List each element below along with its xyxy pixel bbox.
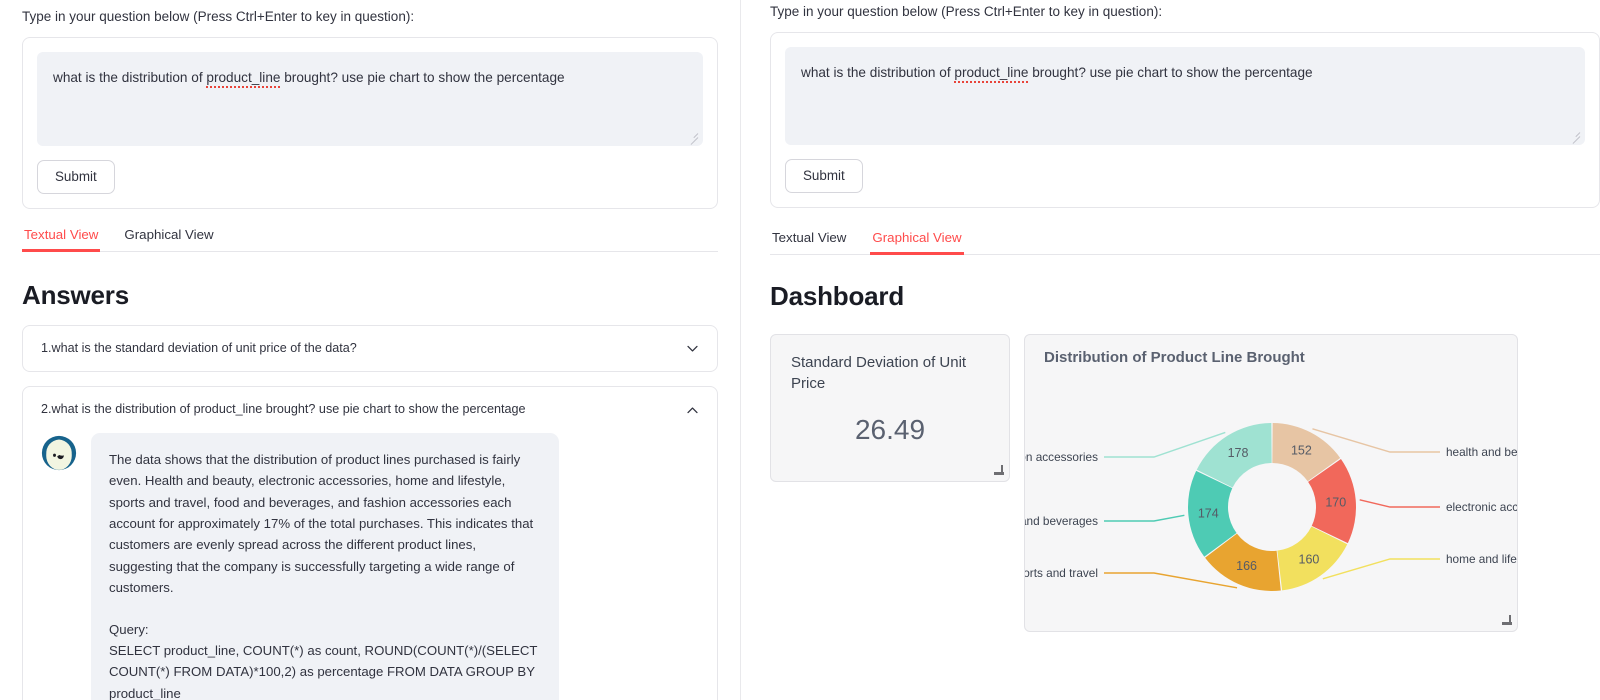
- answer-accordion-2: 2.what is the distribution of product_li…: [22, 386, 718, 700]
- donut-category-label: fashion accessories: [1025, 450, 1098, 464]
- donut-slice-value: 166: [1236, 559, 1257, 573]
- left-tabs-rule: [22, 250, 718, 252]
- donut-leader-line: [1104, 431, 1226, 458]
- donut-category-label: health and beauty: [1446, 445, 1518, 459]
- donut-slice-value: 152: [1291, 443, 1312, 457]
- answer-accordion-1-title: 1.what is the standard deviation of unit…: [41, 340, 357, 355]
- question-text-misspelled: product_line: [206, 70, 281, 89]
- donut-leader-line: [1359, 498, 1440, 508]
- assistant-avatar: [41, 435, 77, 471]
- kpi-resize-grip-icon[interactable]: [993, 464, 1004, 476]
- left-submit-button[interactable]: Submit: [37, 160, 115, 194]
- question-text-post: brought? use pie chart to show the perce…: [1028, 65, 1313, 81]
- answer-paragraph: The data shows that the distribution of …: [109, 451, 534, 596]
- donut-slice-value: 160: [1299, 552, 1320, 566]
- app-root: Type in your question below (Press Ctrl+…: [0, 0, 1600, 700]
- right-tab-textual-view[interactable]: Textual View: [770, 230, 848, 254]
- donut-leader-line: [1104, 571, 1238, 589]
- left-prompt-label: Type in your question below (Press Ctrl+…: [22, 9, 415, 24]
- donut-slice-value: 170: [1325, 495, 1346, 509]
- left-panel: Type in your question below (Press Ctrl+…: [0, 0, 740, 700]
- donut-chart: 152 170 160 166 174 178 health and beauty elec…: [1025, 422, 1518, 591]
- donut-slice-value: 178: [1228, 446, 1249, 460]
- right-question-input[interactable]: what is the distribution of product_line…: [785, 47, 1585, 146]
- answer-accordion-2-header[interactable]: 2.what is the distribution of product_li…: [23, 387, 717, 433]
- dashboard-row: Standard Deviation of Unit Price 26.49 D…: [770, 333, 1600, 632]
- right-question-form: what is the distribution of product_line…: [770, 32, 1600, 208]
- right-prompt-label: Type in your question below (Press Ctrl+…: [770, 4, 1163, 19]
- answer-accordion-2-title: 2.what is the distribution of product_li…: [41, 402, 526, 417]
- kpi-label: Standard Deviation of Unit Price: [791, 353, 967, 392]
- answers-heading: Answers: [22, 279, 129, 310]
- right-panel: Type in your question below (Press Ctrl+…: [740, 0, 1600, 700]
- chart-card-product-line-distribution: Distribution of Product Line Brought 152…: [1024, 333, 1518, 632]
- donut-category-label: home and lifestyle: [1446, 552, 1518, 566]
- answer-bubble: The data shows that the distribution of …: [91, 432, 559, 700]
- answer-query-label: Query:: [109, 621, 149, 637]
- left-tab-textual-view[interactable]: Textual View: [22, 227, 101, 252]
- panel-divider: [740, 0, 741, 700]
- answer-accordion-2-body: The data shows that the distribution of …: [23, 432, 717, 700]
- answer-accordion-1-header[interactable]: 1.what is the standard deviation of unit…: [23, 326, 717, 372]
- question-text-pre: what is the distribution of: [53, 70, 207, 86]
- donut-category-label: electronic accessories: [1446, 500, 1518, 514]
- question-text-misspelled: product_line: [954, 65, 1029, 84]
- left-question-input[interactable]: what is the distribution of product_line…: [37, 52, 703, 147]
- donut-leader-line: [1104, 514, 1185, 522]
- question-text-post: brought? use pie chart to show the perce…: [280, 70, 565, 86]
- answer-spacer: [109, 599, 541, 619]
- right-submit-button[interactable]: Submit: [785, 159, 863, 193]
- donut-category-label: sports and travel: [1025, 566, 1098, 580]
- chevron-up-icon[interactable]: [686, 404, 699, 417]
- answer-query-sql: SELECT product_line, COUNT(*) as count, …: [109, 642, 538, 700]
- right-tab-graphical-view[interactable]: Graphical View: [870, 230, 964, 255]
- kpi-value: 26.49: [854, 414, 926, 446]
- left-tab-graphical-view[interactable]: Graphical View: [122, 227, 215, 251]
- chevron-down-icon[interactable]: [686, 342, 699, 355]
- answer-accordion-1: 1.what is the standard deviation of unit…: [22, 324, 718, 373]
- right-tabs: Textual View Graphical View: [770, 230, 1600, 255]
- left-tabs: Textual View Graphical View: [22, 227, 718, 252]
- left-question-form: what is the distribution of product_line…: [22, 37, 718, 209]
- question-text-pre: what is the distribution of: [801, 65, 955, 81]
- kpi-card-std-dev-unit-price: Standard Deviation of Unit Price 26.49: [770, 333, 1010, 482]
- donut-slice-value: 174: [1198, 506, 1219, 520]
- left-textarea-wrapper: what is the distribution of product_line…: [37, 52, 703, 147]
- right-textarea-wrapper: what is the distribution of product_line…: [785, 47, 1585, 146]
- donut-category-label: food and beverages: [1025, 514, 1098, 528]
- donut-leader-line: [1322, 557, 1440, 580]
- dashboard-heading: Dashboard: [770, 280, 905, 311]
